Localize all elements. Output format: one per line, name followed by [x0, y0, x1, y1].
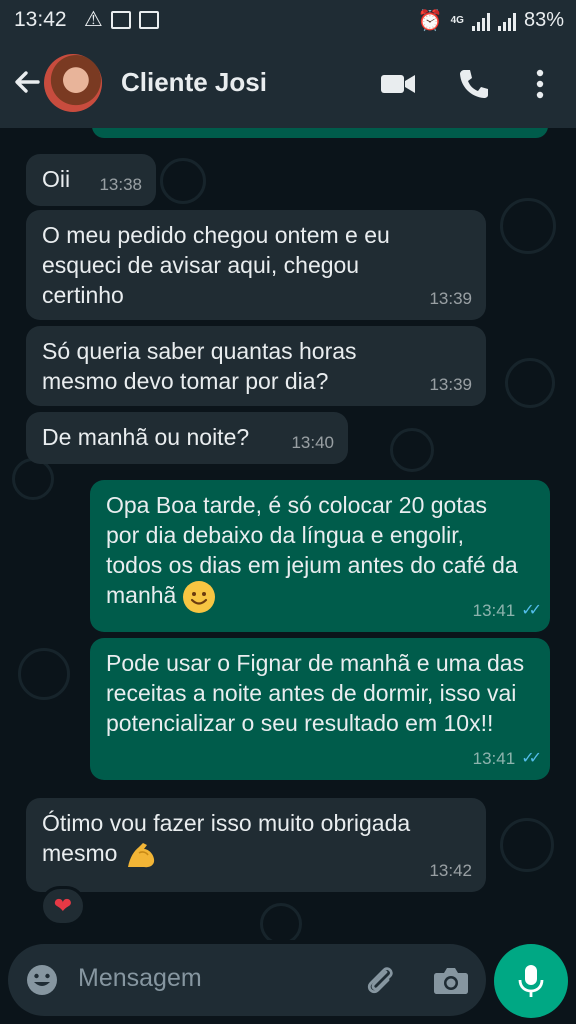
wallpaper-doodle — [500, 818, 554, 872]
message-incoming[interactable]: Ótimo vou fazer isso muito obrigada mesm… — [26, 798, 486, 892]
wallpaper-doodle — [500, 198, 556, 254]
mic-button[interactable] — [494, 944, 568, 1018]
message-time: 13:39 — [429, 375, 472, 394]
wallpaper-doodle — [12, 458, 54, 500]
message-incoming[interactable]: O meu pedido chegou ontem e eu esqueci d… — [26, 210, 486, 320]
more-options-icon[interactable] — [520, 64, 560, 104]
message-time: 13:40 — [291, 433, 334, 452]
gallery-icon — [138, 10, 159, 29]
avatar[interactable] — [44, 54, 102, 112]
signal-icon — [471, 11, 490, 31]
signal-icon — [497, 11, 516, 31]
alert-icon: ⚠ — [84, 8, 103, 31]
message-incoming[interactable]: De manhã ou noite? 13:40 — [26, 412, 348, 464]
message-time: 13:39 — [429, 289, 472, 308]
chat-area[interactable]: Oii 13:38 O meu pedido chegou ontem e eu… — [0, 128, 576, 940]
back-arrow-icon[interactable] — [8, 62, 48, 102]
message-incoming[interactable]: Só queria saber quantas horas mesmo devo… — [26, 326, 486, 406]
message-text: De manhã ou noite? — [42, 424, 250, 450]
message-text: Ótimo vou fazer isso muito obrigada mesm… — [42, 810, 411, 868]
camera-icon[interactable] — [432, 962, 470, 998]
smiling-face-emoji — [182, 580, 215, 613]
message-outgoing[interactable]: Opa Boa tarde, é só colocar 20 gotas por… — [90, 480, 550, 632]
message-incoming[interactable]: Oii 13:38 — [26, 154, 156, 206]
battery-percent: 83% — [523, 9, 564, 31]
message-text: Opa Boa tarde, é só colocar 20 gotas por… — [106, 490, 526, 613]
message-time: 13:42 — [429, 861, 472, 880]
status-time: 13:42 — [14, 8, 67, 31]
message-text: Pode usar o Fignar de manhã e uma das re… — [106, 650, 525, 736]
chat-header: Cliente Josi — [0, 40, 576, 128]
message-time: 13:41 — [472, 749, 516, 768]
alarm-icon: ⏰ — [417, 10, 443, 32]
message-text: Só queria saber quantas horas mesmo devo… — [42, 338, 357, 394]
wallpaper-doodle — [18, 648, 70, 700]
voicemail-icon — [110, 10, 131, 29]
message-composer: Mensagem — [8, 944, 486, 1016]
message-text: O meu pedido chegou ontem e eu esqueci d… — [42, 222, 390, 308]
double-check-icon: ✓✓ — [521, 602, 542, 619]
mic-icon — [518, 965, 544, 997]
heart-reaction: ❤ — [53, 893, 73, 918]
voice-call-icon[interactable] — [454, 64, 494, 104]
message-outgoing[interactable]: Pode usar o Fignar de manhã e uma das re… — [90, 638, 550, 780]
emoji-icon[interactable] — [24, 962, 60, 998]
flexed-biceps-emoji — [124, 840, 158, 868]
wallpaper-doodle — [160, 158, 206, 204]
previous-message-edge — [92, 128, 548, 138]
message-text: Oii — [42, 166, 71, 192]
attach-icon[interactable] — [362, 962, 398, 998]
wallpaper-doodle — [260, 903, 302, 940]
wallpaper-doodle — [390, 428, 434, 472]
double-check-icon: ✓✓ — [521, 750, 542, 767]
message-time: 13:41 — [472, 601, 516, 620]
video-call-icon[interactable] — [378, 64, 418, 104]
reaction-badge[interactable]: ❤ — [40, 886, 86, 926]
message-time: 13:38 — [99, 175, 142, 194]
network-type: 4G — [450, 14, 464, 26]
message-input[interactable]: Mensagem — [78, 964, 202, 993]
wallpaper-doodle — [505, 358, 555, 408]
contact-name[interactable]: Cliente Josi — [121, 67, 267, 98]
status-bar: 13:42 ⚠ ⏰ 4G 83% — [0, 0, 576, 40]
